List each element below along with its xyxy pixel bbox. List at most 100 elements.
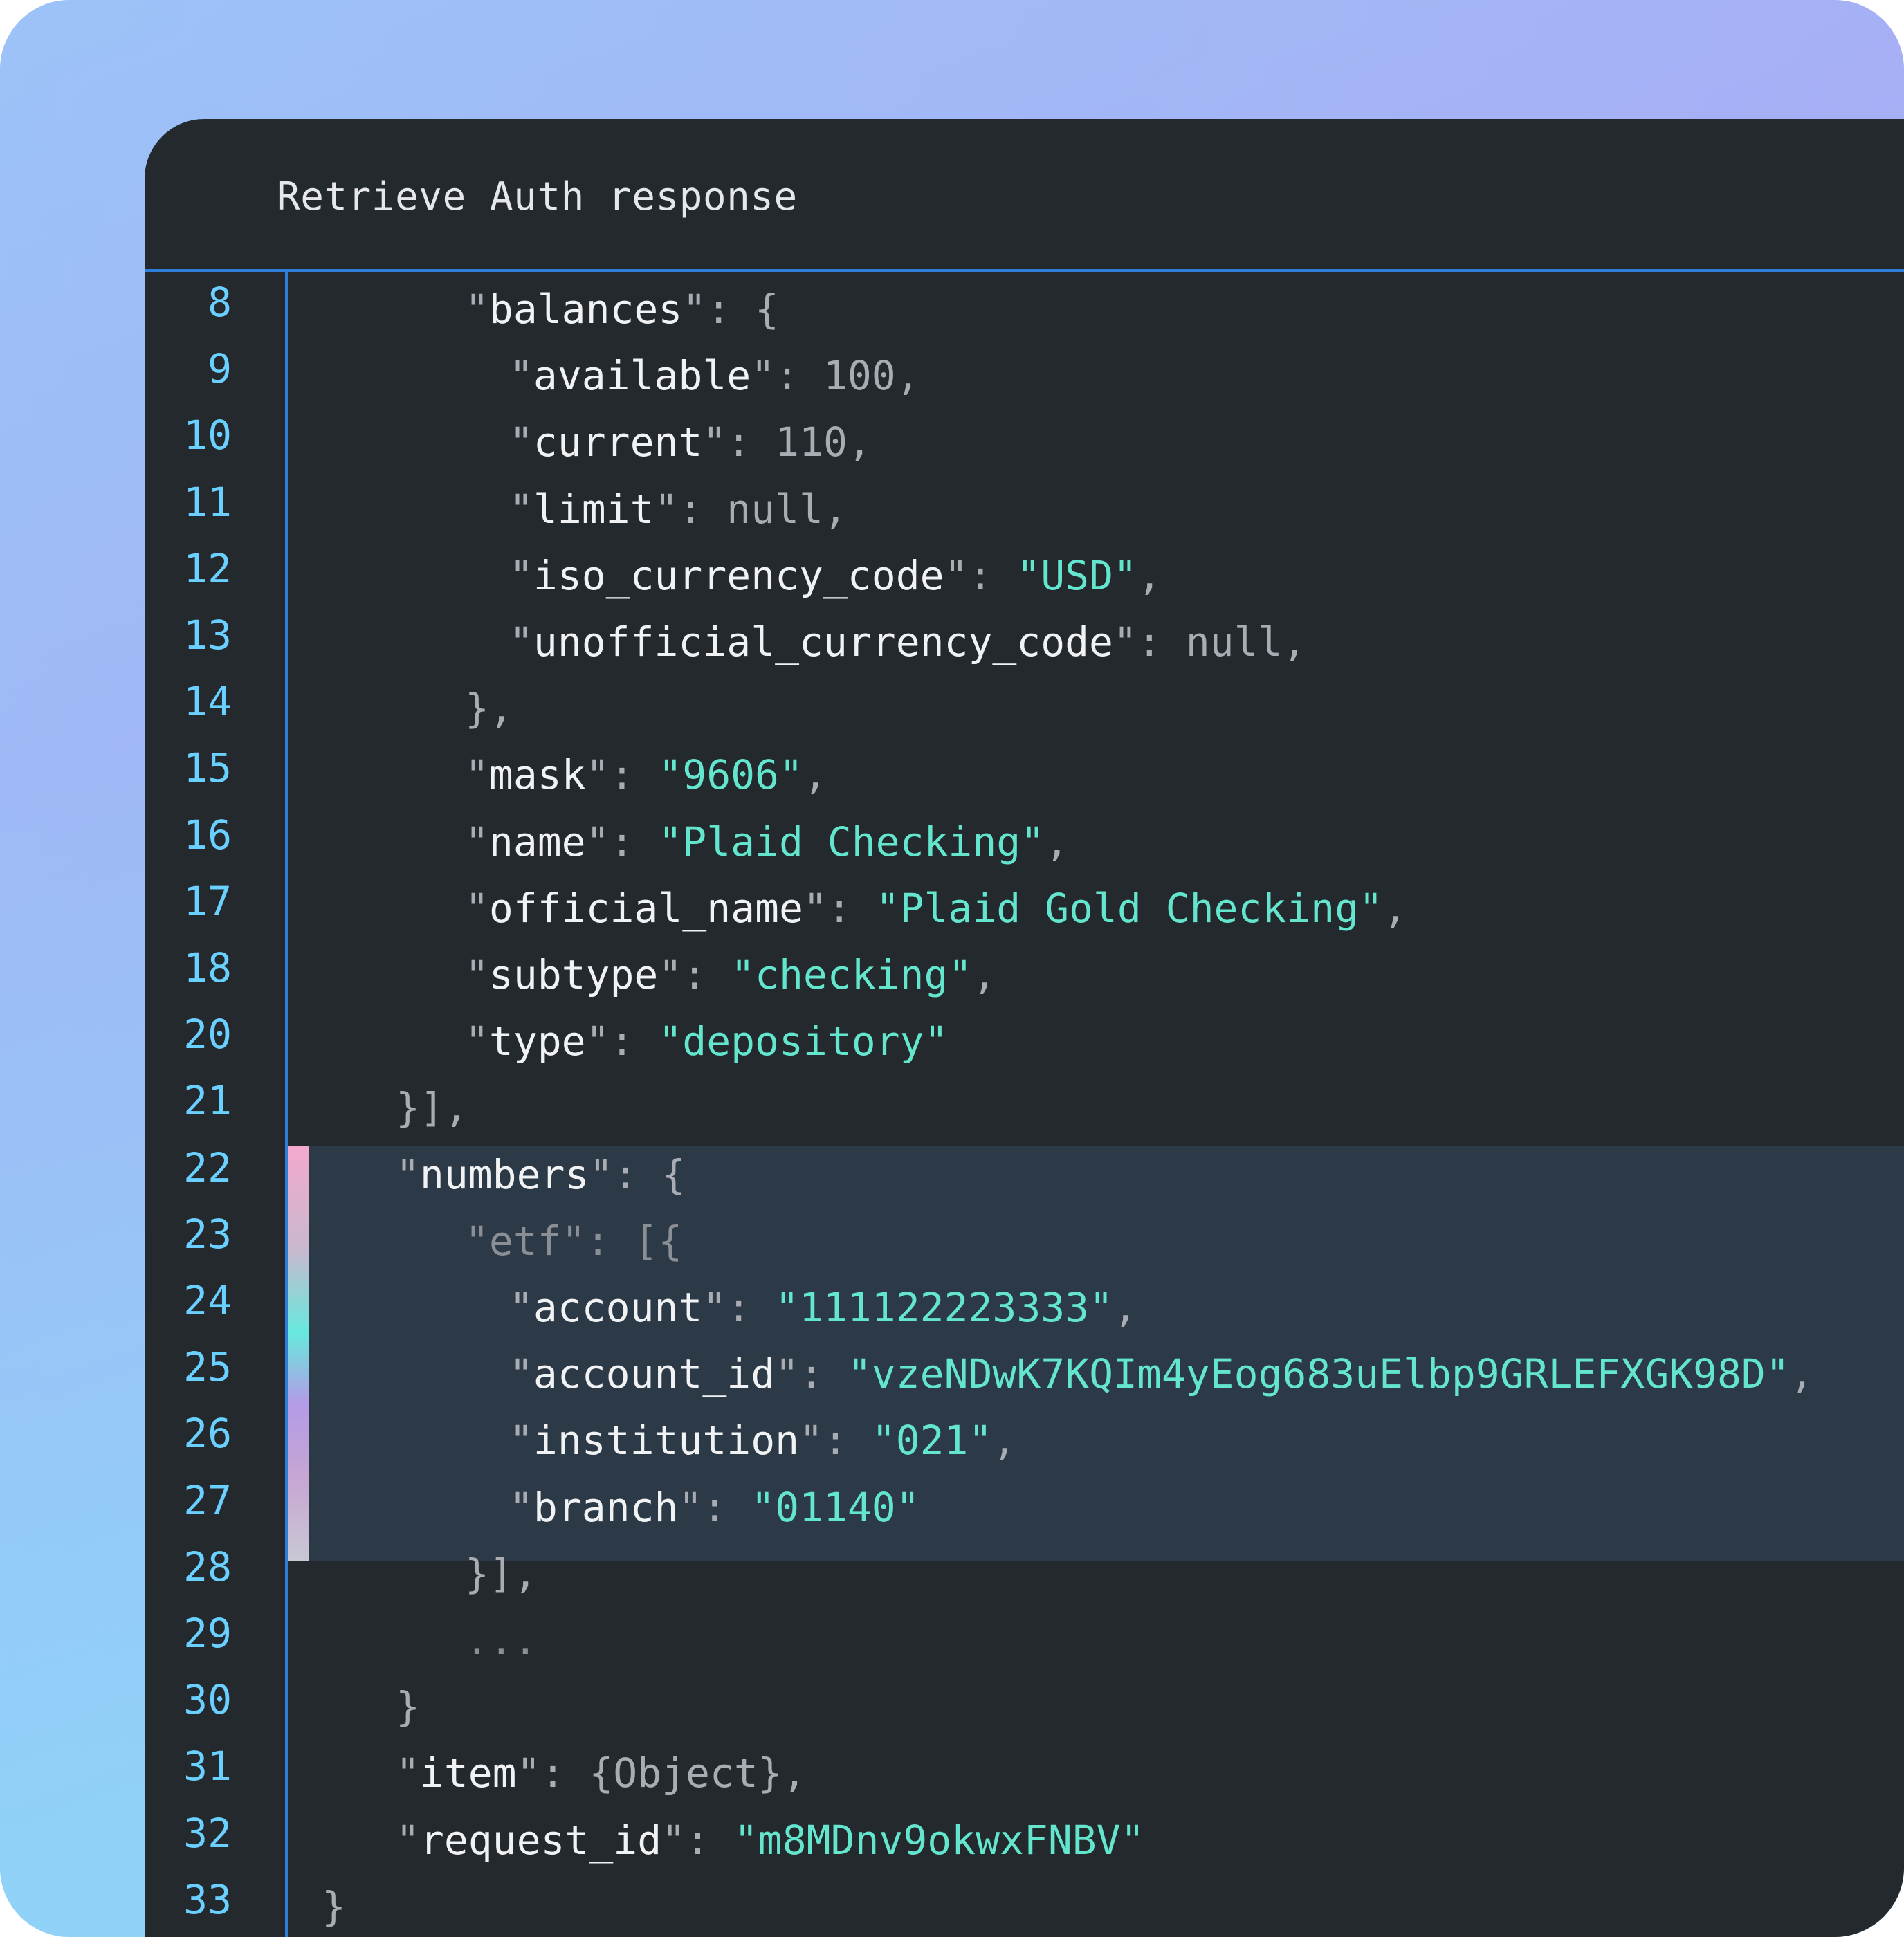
json-string: "depository" [658,1018,948,1065]
json-punctuation: " [509,552,533,599]
json-string: "vzeNDwK7KQIm4yEog683uElbp9GRLEFXGK98D" [848,1350,1790,1397]
code-line: 31"item": {Object}, [145,1736,1904,1802]
code-line: 23 "etf": [{ [145,1204,1904,1270]
line-content: }, [465,688,513,729]
code-line: 11"limit": null, [145,472,1904,538]
line-content: "balances": { [465,288,779,330]
code-line: 24"account": "111122223333", [145,1270,1904,1337]
line-number: 21 [145,1080,232,1121]
line-number: 28 [145,1546,232,1588]
gradient-background: Retrieve Auth response 8"balances": {9"a… [0,0,1904,1937]
code-line: 26"institution": "021", [145,1403,1904,1469]
line-content: }], [396,1087,468,1128]
json-punctuation: , [1045,818,1069,865]
json-punctuation: ": [702,1284,775,1331]
line-number: 32 [145,1812,232,1854]
json-punctuation: ": [803,885,876,932]
json-punctuation: " [509,419,533,466]
line-content: ... [465,1619,538,1661]
line-content: }], [465,1553,538,1595]
json-key: subtype [489,951,658,998]
line-number: 17 [145,881,232,922]
json-punctuation: , [1137,552,1162,599]
json-punctuation: " [465,286,489,333]
line-content: "subtype": "checking", [465,954,996,995]
code-line: 25 "account_id": "vzeNDwK7KQIm4yEog683uEl… [145,1337,1904,1403]
json-punctuation: ": [586,751,659,798]
json-punctuation: " [509,352,533,399]
line-content: "iso_currency_code": "USD", [509,555,1162,596]
json-punctuation: " [465,951,489,998]
json-punctuation: " [509,486,533,533]
json-punctuation: ": 100, [751,352,919,399]
json-key: request_id [420,1817,661,1864]
json-key: current [533,419,702,466]
json-key: item [420,1750,517,1797]
json-punctuation: ": 110, [702,419,871,466]
code-line: 18"subtype": "checking", [145,937,1904,1004]
line-content: "etf": [{ [465,1220,682,1262]
code-line: 33} [145,1869,1904,1936]
code-line: 9 "available": 100, [145,338,1904,405]
line-number: 10 [145,414,232,456]
json-punctuation: " [509,1484,533,1531]
json-string: "Plaid Gold Checking" [876,885,1383,932]
json-key: mask [489,751,586,798]
line-number: 12 [145,548,232,589]
line-number: 16 [145,814,232,856]
json-string: "m8MDnv9okwxFNBV" [734,1817,1145,1864]
json-string: "01140" [751,1484,919,1531]
json-string: "USD" [1016,552,1137,599]
code-line: 27 "branch": "01140" [145,1470,1904,1536]
json-key: unofficial_currency_code [533,618,1113,665]
json-punctuation: }], [396,1084,468,1131]
line-content: "unofficial_currency_code": null, [509,621,1306,663]
line-number: 8 [145,282,232,323]
json-punctuation: " [396,1817,420,1864]
code-line: 8 "balances": { [145,272,1904,338]
window-header: Retrieve Auth response [145,119,1904,272]
json-punctuation: , [992,1417,1016,1464]
json-punctuation: ": [944,552,1017,599]
code-line: 14}, [145,671,1904,737]
line-number: 14 [145,681,232,722]
code-line: 16 "name": "Plaid Checking", [145,805,1904,871]
json-string: "Plaid Checking" [658,818,1045,865]
json-key: numbers [420,1151,589,1198]
line-content: "type": "depository" [465,1020,948,1062]
json-key: name [489,818,586,865]
json-punctuation: ": null, [1113,618,1306,665]
line-content: "account_id": "vzeNDwK7KQIm4yEog683uElbp… [509,1353,1814,1395]
json-punctuation: " [465,751,489,798]
code-line: 22"numbers": { [145,1137,1904,1204]
line-content: "available": 100, [509,355,920,396]
json-punctuation: }], [465,1550,538,1597]
json-key: account_id [533,1350,775,1397]
line-number: 23 [145,1213,232,1255]
json-key: official_name [489,885,803,932]
json-punctuation: ": null, [654,486,848,533]
line-number: 9 [145,348,232,389]
line-content: "branch": "01140" [509,1487,920,1528]
json-string: "021" [872,1417,993,1464]
json-string: "checking" [731,951,972,998]
line-number: 25 [145,1346,232,1388]
line-number: 11 [145,481,232,523]
json-punctuation: ": [586,818,659,865]
line-number: 24 [145,1280,232,1321]
window-title: Retrieve Auth response [277,174,798,219]
line-content: "institution": "021", [509,1420,1016,1461]
json-punctuation: " [465,885,489,932]
code-line: 28}], [145,1536,1904,1603]
json-punctuation: ": {Object}, [517,1750,807,1797]
json-punctuation: , [1790,1350,1814,1397]
line-number: 33 [145,1879,232,1920]
json-key: iso_currency_code [533,552,944,599]
json-punctuation: " [465,818,489,865]
line-content: "mask": "9606", [465,754,827,796]
line-content: "official_name": "Plaid Gold Checking", [465,888,1407,929]
line-number: 27 [145,1480,232,1521]
line-number: 29 [145,1613,232,1654]
line-content: "item": {Object}, [396,1752,807,1794]
json-punctuation: ": [586,1018,659,1065]
